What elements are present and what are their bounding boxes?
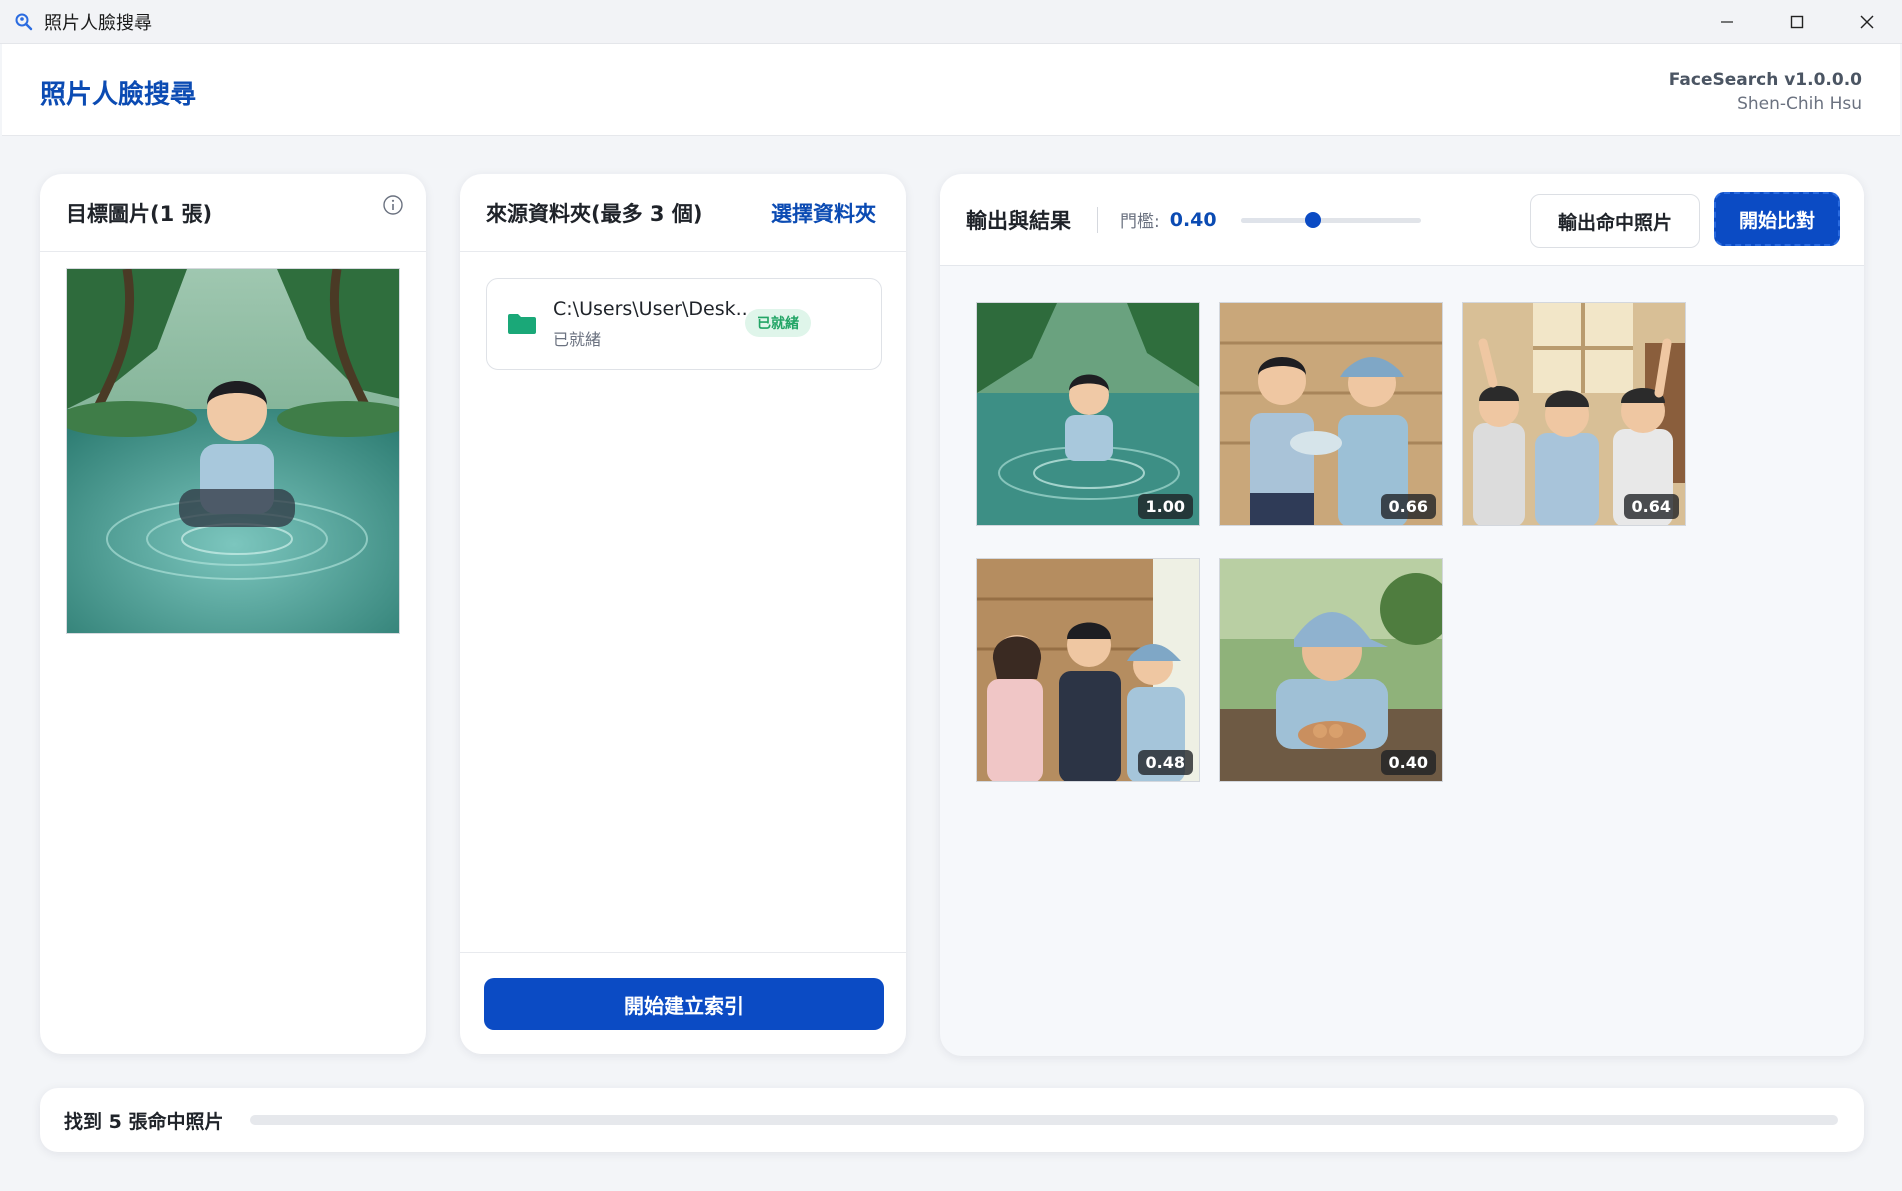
- minimize-button[interactable]: [1692, 0, 1762, 44]
- result-thumbnail[interactable]: 0.48: [976, 558, 1200, 782]
- score-badge: 0.40: [1380, 750, 1436, 775]
- status-text: 找到 5 張命中照片: [64, 1110, 224, 1133]
- window-titlebar: 照片人臉搜尋: [0, 0, 1902, 44]
- info-icon[interactable]: [382, 194, 404, 216]
- app-title: 照片人臉搜尋: [40, 80, 197, 110]
- magnifier-icon: [15, 13, 33, 30]
- threshold-label: 門檻:: [1120, 212, 1160, 232]
- close-button[interactable]: [1832, 0, 1902, 44]
- version-info: FaceSearch v1.0.0.0 Shen-Chih Hsu: [1669, 68, 1862, 116]
- result-thumbnail[interactable]: 0.66: [1219, 302, 1443, 526]
- start-compare-button[interactable]: 開始比對: [1714, 192, 1840, 246]
- slider-thumb[interactable]: [1304, 211, 1321, 228]
- results-grid: 1.00 0.66 0.64 0.48 0.40: [976, 302, 1776, 782]
- result-thumbnail[interactable]: 0.64: [1462, 302, 1686, 526]
- score-badge: 0.66: [1380, 494, 1436, 519]
- result-thumbnail[interactable]: 0.40: [1219, 558, 1443, 782]
- close-icon: [1860, 15, 1874, 29]
- folder-status: 已就緒: [553, 330, 602, 349]
- folder-icon: [508, 314, 536, 334]
- window-title: 照片人臉搜尋: [44, 12, 152, 34]
- header-divider: [1097, 206, 1098, 233]
- source-panel-footer: 開始建立索引: [460, 952, 906, 1054]
- target-panel-header: 目標圖片(1 張): [40, 174, 426, 252]
- build-index-button[interactable]: 開始建立索引: [484, 978, 884, 1030]
- results-panel: 輸出與結果 門檻: 0.40 輸出命中照片 開始比對 1.00 0.66 0.6…: [940, 174, 1864, 1056]
- result-image: [1220, 303, 1442, 525]
- app-header: 照片人臉搜尋 FaceSearch v1.0.0.0 Shen-Chih Hsu: [2, 44, 1900, 136]
- result-image: [1220, 559, 1442, 781]
- result-image: [1463, 303, 1685, 525]
- target-image[interactable]: [66, 268, 400, 634]
- folder-item[interactable]: C:\Users\User\Desk... 已就緒 已就緒: [486, 278, 882, 370]
- progress-bar: [250, 1115, 1838, 1125]
- maximize-button[interactable]: [1762, 0, 1832, 44]
- author-label: Shen-Chih Hsu: [1737, 94, 1862, 114]
- source-panel: 來源資料夾(最多 3 個) 選擇資料夾 C:\Users\User\Desk..…: [460, 174, 906, 1054]
- minimize-icon: [1721, 21, 1733, 23]
- folder-path: C:\Users\User\Desk...: [553, 298, 754, 320]
- target-image-illustration: [67, 269, 399, 633]
- source-panel-title: 來源資料夾(最多 3 個): [486, 201, 703, 226]
- status-bar: 找到 5 張命中照片: [40, 1088, 1864, 1152]
- score-badge: 0.48: [1137, 750, 1193, 775]
- export-hits-button[interactable]: 輸出命中照片: [1530, 194, 1700, 248]
- select-folder-link[interactable]: 選擇資料夾: [771, 198, 876, 228]
- target-panel: 目標圖片(1 張): [40, 174, 426, 1054]
- score-badge: 1.00: [1137, 494, 1193, 519]
- result-thumbnail[interactable]: 1.00: [976, 302, 1200, 526]
- ready-badge: 已就緒: [745, 309, 811, 337]
- version-label: FaceSearch v1.0.0.0: [1668, 70, 1862, 90]
- result-image: [977, 303, 1199, 525]
- results-panel-title: 輸出與結果: [966, 208, 1071, 233]
- slider-fill: [1240, 217, 1313, 223]
- results-panel-header: 輸出與結果 門檻: 0.40 輸出命中照片 開始比對: [940, 174, 1864, 266]
- threshold-slider[interactable]: [1240, 208, 1421, 232]
- maximize-icon: [1790, 15, 1804, 29]
- target-panel-title: 目標圖片(1 張): [66, 201, 213, 226]
- result-image: [977, 559, 1199, 781]
- score-badge: 0.64: [1623, 494, 1679, 519]
- source-panel-header: 來源資料夾(最多 3 個) 選擇資料夾: [460, 174, 906, 252]
- threshold-value: 0.40: [1169, 208, 1217, 231]
